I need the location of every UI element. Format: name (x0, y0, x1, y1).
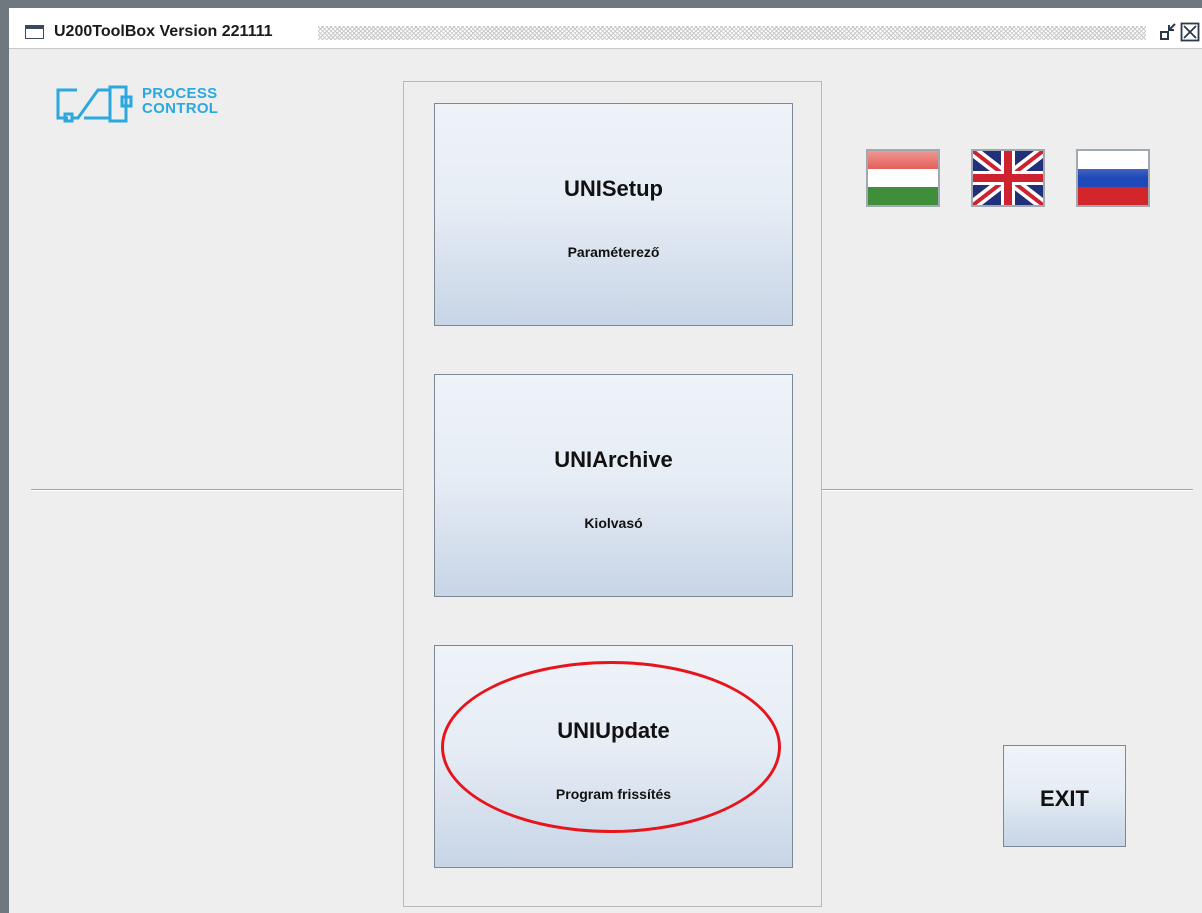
title-bar-texture (318, 26, 1146, 40)
language-russian-button[interactable] (1076, 149, 1150, 207)
app-launcher-panel: UNISetup Paraméterező UNIArchive Kiolvas… (403, 81, 822, 907)
language-english-button[interactable] (971, 149, 1045, 207)
left-separator (31, 489, 402, 491)
language-hungarian-button[interactable] (866, 149, 940, 207)
app-window: U200ToolBox Version 221111 PROCESS CONTR… (0, 0, 1202, 913)
title-bar[interactable]: U200ToolBox Version 221111 (9, 8, 1202, 49)
right-separator (821, 489, 1193, 491)
restore-window-icon[interactable] (1158, 22, 1178, 42)
window-title: U200ToolBox Version 221111 (54, 23, 273, 40)
uniupdate-subtitle: Program frissítés (555, 786, 672, 802)
window-icon (25, 25, 44, 39)
uniarchive-title: UNIArchive (554, 447, 673, 472)
flag-hungary-icon (868, 151, 938, 205)
logo-line-2: CONTROL (142, 100, 219, 117)
flag-russia-icon (1078, 151, 1148, 205)
uniarchive-button[interactable]: UNIArchive Kiolvasó (434, 374, 793, 597)
logo-text: PROCESS CONTROL (142, 86, 218, 116)
unisetup-button[interactable]: UNISetup Paraméterező (434, 103, 793, 326)
process-control-logo-icon (56, 85, 133, 123)
logo-line-1: PROCESS (142, 85, 218, 102)
exit-label: EXIT (1040, 786, 1089, 811)
uniupdate-title: UNIUpdate (557, 718, 670, 743)
company-logo: PROCESS CONTROL (55, 85, 235, 125)
main-content: PROCESS CONTROL UNISetup Paraméterező UN… (9, 49, 1202, 913)
flag-uk-icon (973, 151, 1043, 205)
uniupdate-button[interactable]: UNIUpdate Program frissítés (434, 645, 793, 868)
unisetup-title: UNISetup (564, 176, 663, 201)
exit-button[interactable]: EXIT (1003, 745, 1126, 847)
close-window-icon[interactable] (1180, 22, 1200, 42)
uniarchive-subtitle: Kiolvasó (584, 515, 643, 531)
unisetup-subtitle: Paraméterező (567, 244, 660, 260)
